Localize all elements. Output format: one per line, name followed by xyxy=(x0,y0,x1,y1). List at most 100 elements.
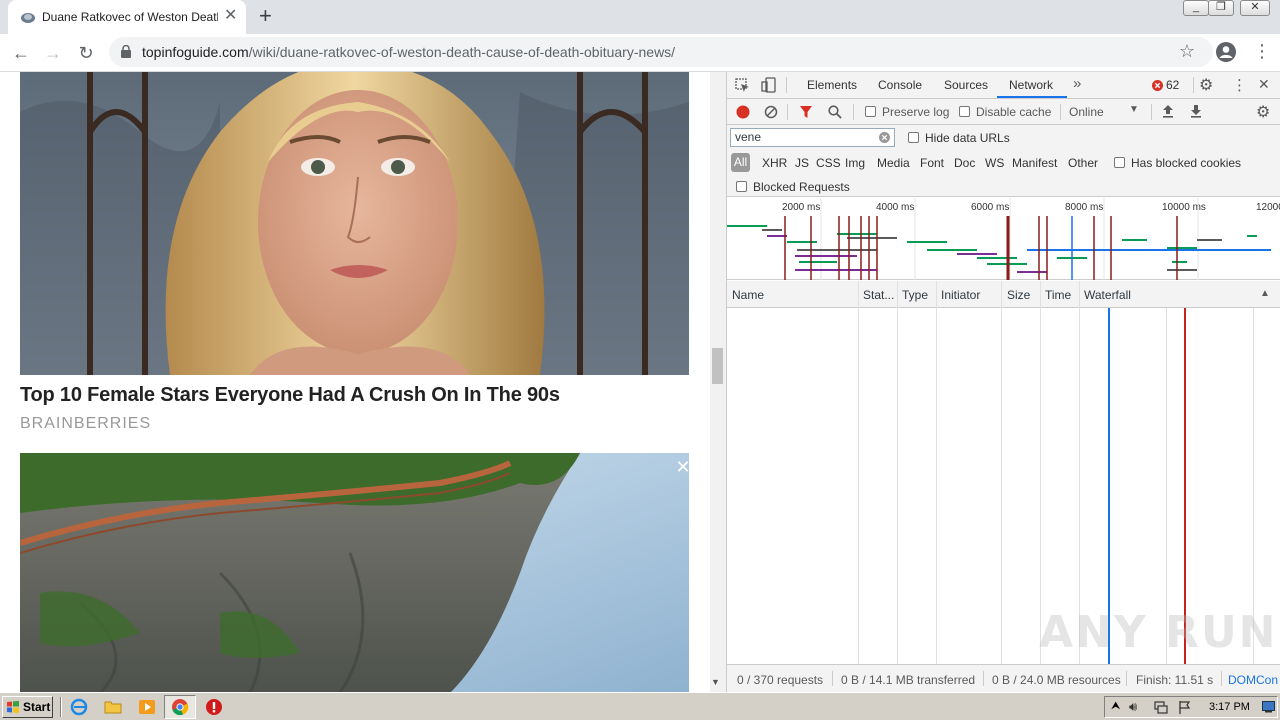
status-divider xyxy=(1126,671,1127,686)
has-blocked-cookies-label[interactable]: Has blocked cookies xyxy=(1131,156,1241,170)
throttling-select[interactable]: Online xyxy=(1069,105,1104,119)
url-text: topinfoguide.com/wiki/duane-ratkovec-of-… xyxy=(142,44,675,60)
blocked-requests-checkbox[interactable] xyxy=(736,181,747,192)
start-button[interactable]: Start xyxy=(2,696,53,718)
column-waterfall[interactable]: Waterfall xyxy=(1084,288,1131,302)
status-finish: Finish: 11.51 s xyxy=(1136,673,1214,687)
has-blocked-cookies-checkbox[interactable] xyxy=(1114,157,1125,168)
network-filter-bar: vene Hide data URLs All XHR JS CSS Img M… xyxy=(727,125,1280,197)
hide-data-urls-label[interactable]: Hide data URLs xyxy=(925,131,1010,145)
ad-close-icon[interactable]: ✕ xyxy=(674,458,692,476)
import-har-icon[interactable] xyxy=(1162,104,1174,118)
clear-filter-icon[interactable] xyxy=(879,132,890,143)
status-divider xyxy=(832,671,833,686)
article-image-woman-portrait[interactable] xyxy=(20,72,689,375)
column-time[interactable]: Time xyxy=(1045,288,1071,302)
show-desktop-icon[interactable] xyxy=(1262,701,1275,713)
browser-menu-icon[interactable]: ⋮ xyxy=(1253,42,1271,60)
filter-type-js[interactable]: JS xyxy=(795,156,809,170)
filter-type-css[interactable]: CSS xyxy=(816,156,841,170)
hide-data-urls-checkbox[interactable] xyxy=(908,132,919,143)
column-type[interactable]: Type xyxy=(902,288,928,302)
close-devtools-icon[interactable]: ✕ xyxy=(1258,76,1270,93)
filter-type-all[interactable]: All xyxy=(731,153,750,172)
tab-elements[interactable]: Elements xyxy=(807,78,857,92)
sort-ascending-icon[interactable]: ▲ xyxy=(1260,288,1270,299)
devtools-tab-bar: Elements Console Sources Network » 62 ⚙ … xyxy=(727,72,1280,99)
opera-red-circle-icon[interactable] xyxy=(205,698,223,716)
more-tabs-chevron-icon[interactable]: » xyxy=(1073,75,1081,92)
chrome-taskbar-button[interactable] xyxy=(164,695,196,719)
error-icon[interactable] xyxy=(1152,80,1163,91)
back-arrow-icon[interactable]: ← xyxy=(8,40,34,66)
column-status[interactable]: Stat... xyxy=(863,288,894,302)
network-overview-timeline[interactable]: 2000 ms 4000 ms 6000 ms 8000 ms 10000 ms… xyxy=(727,198,1280,280)
page-scrollbar[interactable] xyxy=(710,72,726,692)
throttling-dropdown-icon[interactable]: ▼ xyxy=(1129,104,1139,115)
window-close-button[interactable]: ✕ xyxy=(1240,0,1270,16)
tab-console[interactable]: Console xyxy=(878,78,922,92)
internet-explorer-icon[interactable] xyxy=(70,698,88,716)
settings-gear-icon[interactable]: ⚙ xyxy=(1199,75,1213,95)
filter-icon[interactable] xyxy=(799,105,813,119)
network-icon[interactable] xyxy=(1154,701,1168,714)
error-count[interactable]: 62 xyxy=(1166,78,1179,92)
page-scrollbar-thumb[interactable] xyxy=(712,348,723,384)
tab-strip: Duane Ratkovec of Weston Death - ✕ + _ ❐… xyxy=(0,0,1280,34)
filter-type-xhr[interactable]: XHR xyxy=(762,156,787,170)
search-icon[interactable] xyxy=(828,105,842,119)
file-explorer-folder-icon[interactable] xyxy=(104,698,122,716)
address-bar[interactable]: topinfoguide.com/wiki/duane-ratkovec-of-… xyxy=(109,37,1213,67)
filter-type-font[interactable]: Font xyxy=(920,156,944,170)
article-image-cliff-walkway[interactable] xyxy=(20,453,689,692)
volume-icon[interactable]: 🔊︎ xyxy=(1129,699,1137,715)
status-transferred: 0 B / 14.1 MB transferred xyxy=(841,673,976,687)
reload-icon[interactable]: ↻ xyxy=(73,40,99,66)
preserve-log-label[interactable]: Preserve log xyxy=(882,105,949,119)
browser-tab[interactable]: Duane Ratkovec of Weston Death - ✕ xyxy=(8,0,246,34)
filter-type-img[interactable]: Img xyxy=(845,156,865,170)
start-label: Start xyxy=(23,700,51,714)
anyrun-watermark: ANY RUN xyxy=(1039,607,1278,658)
window-restore-button[interactable]: ❐ xyxy=(1208,0,1234,16)
filter-type-ws[interactable]: WS xyxy=(985,156,1004,170)
export-har-icon[interactable] xyxy=(1190,104,1202,118)
column-size[interactable]: Size xyxy=(1007,288,1030,302)
filter-type-other[interactable]: Other xyxy=(1068,156,1098,170)
preserve-log-checkbox[interactable] xyxy=(865,106,876,117)
tray-expand-icon[interactable]: ⮝ xyxy=(1111,700,1120,713)
web-page: Top 10 Female Stars Everyone Had A Crush… xyxy=(0,72,710,692)
article-headline[interactable]: Top 10 Female Stars Everyone Had A Crush… xyxy=(20,384,560,407)
forward-arrow-icon[interactable]: → xyxy=(40,40,66,66)
blocked-requests-label[interactable]: Blocked Requests xyxy=(753,180,850,194)
tab-close-icon[interactable]: ✕ xyxy=(224,8,237,24)
record-icon[interactable] xyxy=(736,105,750,119)
device-toolbar-icon[interactable] xyxy=(761,77,777,93)
column-initiator[interactable]: Initiator xyxy=(941,288,980,302)
tab-sources[interactable]: Sources xyxy=(944,78,988,92)
media-player-icon[interactable] xyxy=(138,698,156,716)
disable-cache-checkbox[interactable] xyxy=(959,106,970,117)
tab-network[interactable]: Network xyxy=(1009,78,1053,92)
article-source[interactable]: BRAINBERRIES xyxy=(20,415,151,433)
window-minimize-button[interactable]: _ xyxy=(1183,0,1209,16)
action-center-flag-icon[interactable] xyxy=(1178,700,1192,715)
lock-icon xyxy=(121,45,131,58)
clear-icon[interactable] xyxy=(764,105,778,119)
url-host: topinfoguide.com xyxy=(142,44,249,60)
bookmark-star-icon[interactable]: ☆ xyxy=(1179,41,1195,62)
page-scroll-down-arrow-icon[interactable]: ▼ xyxy=(711,677,720,687)
filter-type-media[interactable]: Media xyxy=(877,156,910,170)
filter-input[interactable]: vene xyxy=(730,128,895,147)
column-name[interactable]: Name xyxy=(732,288,764,302)
network-settings-gear-icon[interactable]: ⚙ xyxy=(1256,102,1270,122)
inspect-element-icon[interactable] xyxy=(735,78,750,93)
disable-cache-label[interactable]: Disable cache xyxy=(976,105,1051,119)
filter-type-manifest[interactable]: Manifest xyxy=(1012,156,1057,170)
browser-toolbar: ← → ↻ topinfoguide.com/wiki/duane-ratkov… xyxy=(0,34,1280,72)
taskbar-clock[interactable]: 3:17 PM xyxy=(1209,701,1250,713)
filter-type-doc[interactable]: Doc xyxy=(954,156,975,170)
profile-avatar-icon[interactable] xyxy=(1215,41,1237,63)
new-tab-icon[interactable]: + xyxy=(259,4,272,28)
devtools-menu-icon[interactable]: ⋮ xyxy=(1232,76,1247,94)
